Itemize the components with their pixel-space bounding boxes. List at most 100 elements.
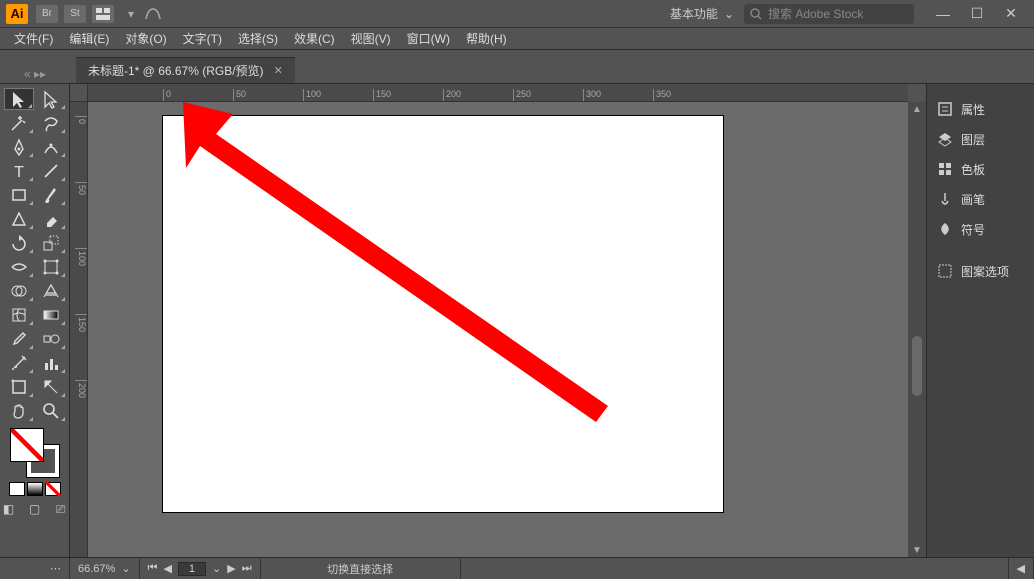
arrange-docs-icon[interactable] xyxy=(92,5,114,23)
scroll-up-icon[interactable]: ▲ xyxy=(912,102,922,116)
symbol-sprayer-tool[interactable] xyxy=(4,352,34,374)
gpu-icon[interactable] xyxy=(142,5,164,23)
menu-effect[interactable]: 效果(C) xyxy=(294,30,335,47)
lasso-tool[interactable] xyxy=(36,112,66,134)
free-transform-tool[interactable] xyxy=(36,256,66,278)
workspace-switcher[interactable]: 基本功能 ⌄ xyxy=(660,5,744,22)
panel-properties[interactable]: 属性 xyxy=(927,94,1034,124)
menu-view[interactable]: 视图(V) xyxy=(351,30,391,47)
color-mode-icon[interactable] xyxy=(9,482,25,496)
menu-file[interactable]: 文件(F) xyxy=(14,30,53,47)
none-mode-icon[interactable] xyxy=(45,482,61,496)
close-tab-icon[interactable]: ✕ xyxy=(274,64,283,77)
screen-mode-icon[interactable]: ▢ xyxy=(24,500,46,518)
graph-tool[interactable] xyxy=(36,352,66,374)
artboard-number[interactable]: 1 xyxy=(178,562,206,576)
panel-symbols[interactable]: 符号 xyxy=(927,214,1034,244)
scroll-down-icon[interactable]: ▼ xyxy=(912,543,922,557)
rectangle-tool[interactable] xyxy=(4,184,34,206)
ruler-corner[interactable] xyxy=(70,84,88,102)
pen-tool[interactable] xyxy=(4,136,34,158)
draw-mode-icon[interactable]: ◧ xyxy=(0,500,20,518)
fill-stroke-swatch[interactable] xyxy=(10,428,60,478)
svg-text:T: T xyxy=(14,164,24,181)
nav-last-icon[interactable]: ⏭ xyxy=(242,562,252,575)
pattern-icon xyxy=(937,263,953,279)
mesh-tool[interactable] xyxy=(4,304,34,326)
width-tool[interactable] xyxy=(4,256,34,278)
canvas-wrap: 050100150200250300350 050100150200 ▲ ▼ xyxy=(70,84,926,557)
line-tool[interactable] xyxy=(36,160,66,182)
menu-select[interactable]: 选择(S) xyxy=(238,30,278,47)
curvature-tool[interactable] xyxy=(36,136,66,158)
ruler-v-tick: 0 xyxy=(75,116,87,124)
symbols-icon xyxy=(937,221,953,237)
tools-tray-toggle[interactable]: « ▸▸ xyxy=(0,65,70,83)
menu-window[interactable]: 窗口(W) xyxy=(407,30,450,47)
scroll-left-icon[interactable]: ◀ xyxy=(1017,562,1025,575)
scale-tool[interactable] xyxy=(36,232,66,254)
magic-wand-tool[interactable] xyxy=(4,112,34,134)
document-tab[interactable]: 未标题-1* @ 66.67% (RGB/预览) ✕ xyxy=(76,57,295,83)
swatches-icon xyxy=(937,161,953,177)
artboard-nav[interactable]: ⏮ ◀ 1 ⌄ ▶ ⏭ xyxy=(140,558,261,579)
ruler-h-tick: 150 xyxy=(373,89,391,101)
shaper-tool[interactable] xyxy=(4,208,34,230)
maximize-button[interactable]: ☐ xyxy=(960,3,994,25)
nav-next-icon[interactable]: ▶ xyxy=(227,562,235,575)
artboard-tool[interactable] xyxy=(4,376,34,398)
close-button[interactable]: ✕ xyxy=(994,3,1028,25)
chevron-down-icon[interactable]: ▾ xyxy=(120,7,142,21)
panel-layers[interactable]: 图层 xyxy=(927,124,1034,154)
ruler-v-tick: 50 xyxy=(75,182,87,195)
nav-first-icon[interactable]: ⏮ xyxy=(148,562,158,575)
paintbrush-tool[interactable] xyxy=(36,184,66,206)
nav-prev-icon[interactable]: ◀ xyxy=(163,562,171,575)
gradient-mode-icon[interactable] xyxy=(27,482,43,496)
panel-brushes[interactable]: 画笔 xyxy=(927,184,1034,214)
bridge-icon[interactable]: Br xyxy=(36,5,58,23)
search-input[interactable]: 搜索 Adobe Stock xyxy=(744,4,914,24)
menu-edit[interactable]: 编辑(E) xyxy=(69,30,109,47)
window-buttons: — ☐ ✕ xyxy=(926,3,1028,25)
gradient-tool[interactable] xyxy=(36,304,66,326)
fill-swatch[interactable] xyxy=(10,428,44,462)
menu-object[interactable]: 对象(O) xyxy=(125,30,166,47)
artboard[interactable] xyxy=(163,116,723,512)
stock-icon[interactable]: St xyxy=(64,5,86,23)
blend-tool[interactable] xyxy=(36,328,66,350)
vertical-scrollbar[interactable]: ▲ ▼ xyxy=(908,102,926,557)
ruler-vertical[interactable]: 050100150200 xyxy=(70,102,88,557)
menu-type[interactable]: 文字(T) xyxy=(183,30,222,47)
brushes-icon xyxy=(937,191,953,207)
ruler-v-tick: 150 xyxy=(75,314,87,332)
chevron-down-icon: ⌄ xyxy=(121,562,130,575)
change-screen-icon[interactable]: ⎚ xyxy=(50,500,72,518)
type-tool[interactable]: T xyxy=(4,160,34,182)
hand-tool[interactable] xyxy=(4,400,34,422)
scroll-thumb[interactable] xyxy=(912,336,922,396)
expand-icon[interactable]: ⋯ xyxy=(50,562,61,575)
eyedropper-tool[interactable] xyxy=(4,328,34,350)
selection-tool[interactable] xyxy=(4,88,34,110)
zoom-tool[interactable] xyxy=(36,400,66,422)
workspace-label: 基本功能 xyxy=(670,5,718,22)
panel-pattern-options[interactable]: 图案选项 xyxy=(927,256,1034,286)
zoom-level[interactable]: 66.67% ⌄ xyxy=(70,558,140,579)
menu-help[interactable]: 帮助(H) xyxy=(466,30,507,47)
direct-selection-tool[interactable] xyxy=(36,88,66,110)
ruler-h-tick: 50 xyxy=(233,89,246,101)
panel-swatches[interactable]: 色板 xyxy=(927,154,1034,184)
ruler-h-tick: 200 xyxy=(443,89,461,101)
slice-tool[interactable] xyxy=(36,376,66,398)
chevron-down-icon: ⌄ xyxy=(724,7,734,21)
shape-builder-tool[interactable] xyxy=(4,280,34,302)
rotate-tool[interactable] xyxy=(4,232,34,254)
eraser-tool[interactable] xyxy=(36,208,66,230)
minimize-button[interactable]: — xyxy=(926,3,960,25)
ruler-horizontal[interactable]: 050100150200250300350 xyxy=(88,84,908,102)
tool-hint-text: 切换直接选择 xyxy=(327,561,393,577)
perspective-grid-tool[interactable] xyxy=(36,280,66,302)
panel-label: 色板 xyxy=(961,161,985,178)
canvas-area[interactable] xyxy=(88,102,908,557)
